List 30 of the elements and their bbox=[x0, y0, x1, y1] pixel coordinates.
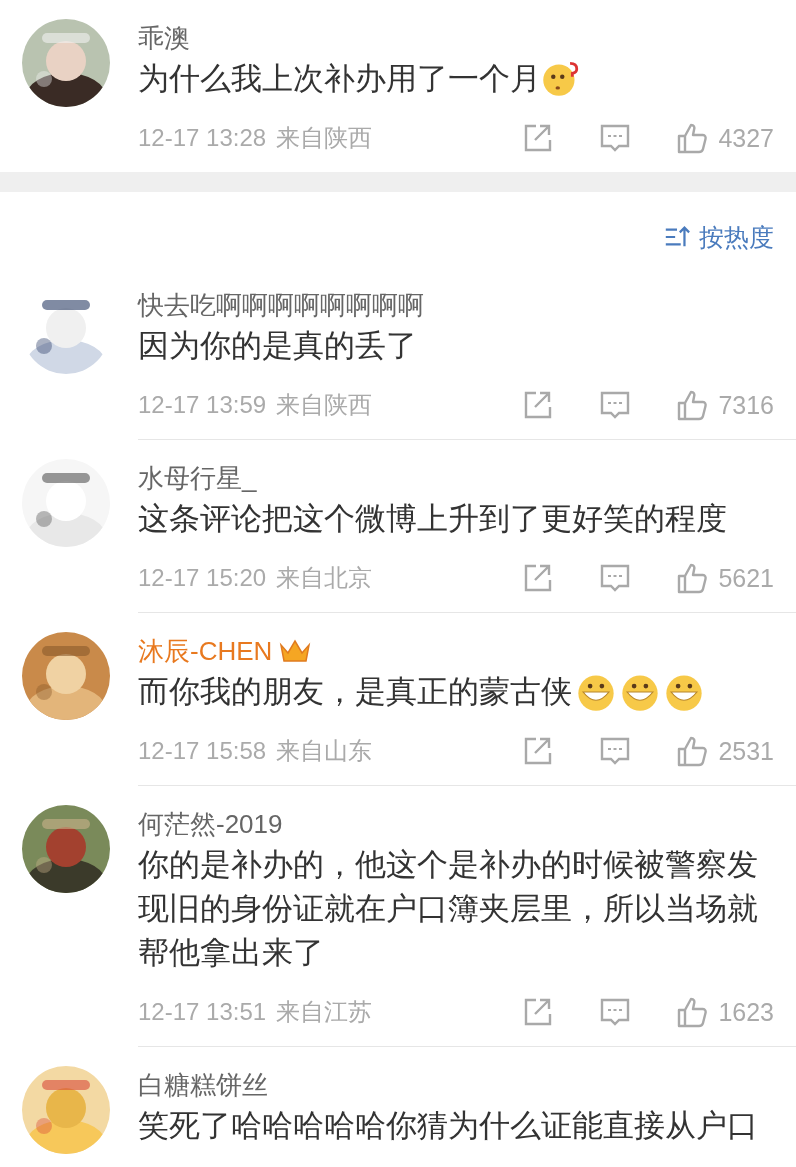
comment-time: 12-17 13:51 bbox=[138, 998, 267, 1026]
comment-time: 12-17 13:28 bbox=[138, 124, 267, 152]
user-name[interactable]: 白糖糕饼丝 bbox=[138, 1066, 268, 1104]
comment-text: 你的是补办的，他这个是补办的时候被警察发现旧的身份证就在户口簿夹层里，所以当场就帮他拿出来了 bbox=[138, 846, 759, 972]
comment-location: 来自陕西 bbox=[276, 123, 374, 153]
user-name[interactable]: 沐辰-CHEN bbox=[138, 632, 273, 670]
comment-time: 12-17 15:20 bbox=[138, 564, 267, 592]
like-button[interactable]: 4327 bbox=[676, 121, 774, 155]
user-name[interactable]: 何茫然-2019 bbox=[138, 805, 283, 843]
comment-location: 来自陕西 bbox=[276, 390, 374, 420]
comment-location: 来自北京 bbox=[276, 563, 374, 593]
user-name[interactable]: 水母行星_ bbox=[138, 459, 257, 497]
puzzled-emoji-icon bbox=[541, 60, 579, 98]
comment-text: 而你我的朋友，是真正的蒙古侠 bbox=[138, 673, 572, 711]
like-button[interactable]: 7316 bbox=[676, 388, 774, 422]
comment-location: 来自江苏 bbox=[276, 997, 374, 1027]
user-name[interactable]: 乖澳 bbox=[138, 19, 190, 57]
comment-text: 因为你的是真的丢了 bbox=[138, 327, 417, 365]
comment-location: 来自山东 bbox=[276, 736, 374, 766]
like-button[interactable]: 5621 bbox=[676, 561, 774, 595]
comment-text: 为什么我上次补办用了一个月 bbox=[138, 60, 541, 98]
sort-button[interactable]: 按热度 bbox=[663, 220, 774, 254]
user-name[interactable]: 快去吃啊啊啊啊啊啊啊啊 bbox=[138, 286, 424, 324]
comment-time: 12-17 13:59 bbox=[138, 391, 267, 419]
comment-text: 笑死了哈哈哈哈哈你猜为什么证能直接从户口 bbox=[138, 1107, 758, 1145]
crown-icon bbox=[278, 637, 313, 665]
like-button[interactable]: 2531 bbox=[676, 734, 774, 768]
like-button[interactable]: 1623 bbox=[676, 995, 774, 1029]
comment-time: 12-17 15:58 bbox=[138, 737, 267, 765]
comment-text: 这条评论把这个微博上升到了更好笑的程度 bbox=[138, 500, 727, 538]
